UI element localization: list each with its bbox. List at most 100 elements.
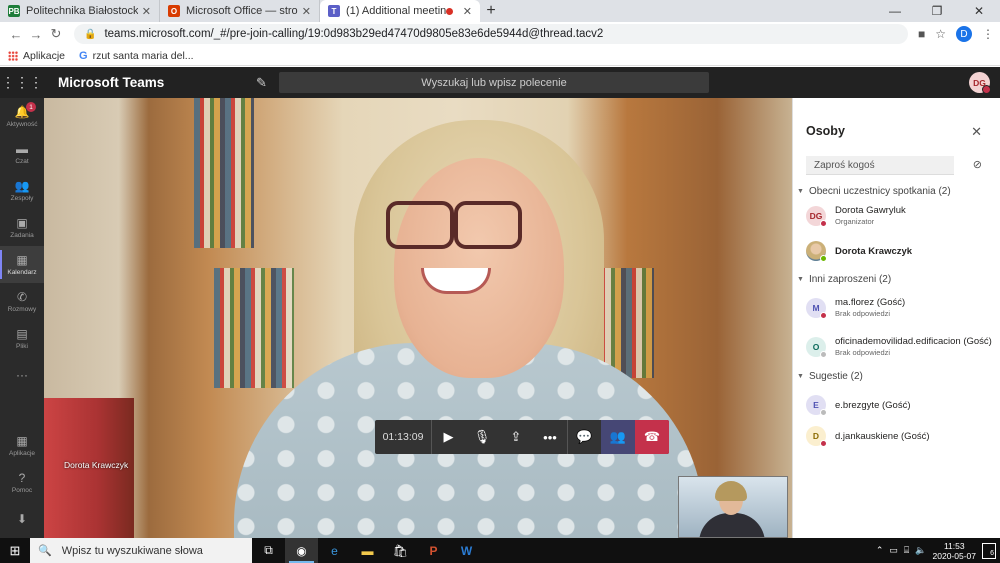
bookmark-santa-maria[interactable]: G rzut santa maria del... <box>79 50 194 62</box>
participant-avatar: D <box>806 426 827 447</box>
share-screen-button[interactable]: ⇪ <box>499 420 533 454</box>
chevron-down-icon: ▼ <box>797 276 804 283</box>
chrome-icon[interactable]: ◉ <box>285 538 318 563</box>
rail-item-bell[interactable]: 🔔 Aktywność 1 <box>0 98 44 135</box>
share-tray-icon: ⇪ <box>510 429 522 444</box>
app-launcher-icon[interactable]: ⋮⋮⋮ <box>0 67 44 98</box>
rail-item-chat[interactable]: ▬ Czat <box>0 135 44 172</box>
edge-icon[interactable]: e <box>318 538 351 563</box>
self-view-video[interactable] <box>678 476 788 538</box>
bookshelf-left <box>194 98 254 248</box>
files-icon: ▤ <box>16 327 28 341</box>
bookmark-star-icon[interactable]: ☆ <box>935 27 946 41</box>
new-chat-icon[interactable]: ✎ <box>244 75 279 91</box>
rail-item-teams[interactable]: 👥 Zespoły <box>0 172 44 209</box>
notifications-icon[interactable]: 6 <box>982 542 996 559</box>
participant-row[interactable]: Ee.brezgyte (Gość) <box>806 395 911 416</box>
people-section-header[interactable]: ▼ Obecni uczestnicy spotkania (2) <box>797 186 951 197</box>
people-section-header[interactable]: ▼ Sugestie (2) <box>797 371 863 382</box>
rail-item-label: Aplikacje <box>8 450 35 457</box>
close-window-icon[interactable]: ✕ <box>958 0 1000 22</box>
participant-status: Organizator <box>835 217 875 226</box>
camera-icon: ▶ <box>443 429 454 444</box>
tray-chevron-icon[interactable]: ⌃ <box>876 545 884 556</box>
tab-favicon-icon: O <box>168 5 180 17</box>
forward-icon[interactable]: → <box>26 27 46 42</box>
volume-icon[interactable]: 🔈 <box>915 545 926 556</box>
rail-item-help[interactable]: ? Pomoc <box>0 464 44 501</box>
hang-up-button[interactable]: ☎ <box>635 420 669 454</box>
panel-title: Osoby <box>806 124 845 138</box>
presence-indicator-icon <box>820 255 827 262</box>
rail-item-download[interactable]: ⬇ <box>0 501 44 538</box>
rail-item-more[interactable]: ··· <box>0 357 44 394</box>
participant-row[interactable]: Ooficinademovilidad.edificacion (Gość) Br… <box>806 336 992 358</box>
tab-close-icon[interactable]: ✕ <box>142 5 151 18</box>
windows-start-icon[interactable]: ⊞ <box>0 538 30 563</box>
tab-close-icon[interactable]: ✕ <box>302 5 311 18</box>
tab-title: Microsoft Office — strona główna <box>186 5 298 17</box>
invite-input[interactable] <box>806 156 954 175</box>
user-avatar[interactable]: DG <box>969 72 991 94</box>
speaker-glasses <box>386 201 522 249</box>
task-view-icon[interactable]: ⧉ <box>252 538 285 563</box>
reload-icon[interactable]: ↻ <box>46 26 66 42</box>
camera-toggle-button[interactable]: ▶ <box>431 420 465 454</box>
teams-header: ⋮⋮⋮ Microsoft Teams ✎ Wyszukaj lub wpisz… <box>0 67 1000 98</box>
menu-kebab-icon[interactable]: ⋮ <box>982 27 994 41</box>
rail-item-tasks[interactable]: ▣ Zadania <box>0 209 44 246</box>
call-controls: 01:13:09 ▶ 🎙 ⇪ ••• 💬 👥 ☎ <box>375 420 669 454</box>
more-icon: ··· <box>16 367 28 382</box>
presence-indicator-icon <box>820 350 827 358</box>
browser-tab-3[interactable]: T (1) Additional meeting of GL... ✕ <box>320 0 480 22</box>
show-chat-button[interactable]: 💬 <box>567 420 601 454</box>
participant-status: Brak odpowiedzi <box>835 348 891 357</box>
powerpoint-icon[interactable]: P <box>417 538 450 563</box>
taskbar-search-input[interactable]: 🔍 Wpisz tu wyszukiwane słowa <box>30 538 252 563</box>
new-tab-button[interactable]: + <box>480 0 502 22</box>
people-section-header[interactable]: ▼ Inni zaproszeni (2) <box>797 274 891 285</box>
battery-icon[interactable]: ▭ <box>889 545 898 556</box>
avatar-initials: D <box>812 431 820 441</box>
tab-favicon-icon: PB <box>8 5 20 17</box>
google-icon: G <box>79 49 88 62</box>
rail-item-files[interactable]: ▤ Pliki <box>0 320 44 357</box>
store-icon[interactable]: 🛍 <box>384 538 417 563</box>
bookmark-apps[interactable]: Aplikacje <box>8 50 65 62</box>
participant-row[interactable]: Mma.florez (Gość) Brak odpowiedzi <box>806 297 905 319</box>
participant-row[interactable]: Dorota Krawczyk <box>806 241 912 262</box>
rail-item-apps[interactable]: ▦ Aplikacje <box>0 427 44 464</box>
camera-permission-icon[interactable]: ■ <box>918 27 925 41</box>
mic-toggle-button[interactable]: 🎙 <box>465 420 499 454</box>
more-actions-button[interactable]: ••• <box>533 420 567 454</box>
participant-text: e.brezgyte (Gość) <box>835 400 911 411</box>
participant-row[interactable]: DG Dorota Gawryluk Organizator <box>806 205 906 227</box>
maximize-icon[interactable]: ❐ <box>916 0 958 22</box>
participant-name: Dorota Gawryluk <box>835 205 906 216</box>
download-icon: ⬇ <box>16 511 28 526</box>
section-title: Obecni uczestnicy spotkania (2) <box>808 186 951 197</box>
file-explorer-icon[interactable]: ▬ <box>351 538 384 563</box>
notification-badge: 1 <box>26 102 36 112</box>
rail-item-calendar[interactable]: ▦ Kalendarz <box>0 246 44 283</box>
close-icon[interactable]: ✕ <box>971 124 982 140</box>
participant-avatar: M <box>806 297 827 319</box>
back-icon[interactable]: ← <box>6 27 26 42</box>
word-icon[interactable]: W <box>450 538 483 563</box>
clock[interactable]: 11:53 2020-05-07 <box>933 541 976 561</box>
participant-row[interactable]: Dd.jankauskiene (Gość) <box>806 426 930 447</box>
profile-avatar[interactable]: D <box>956 26 972 42</box>
tab-close-icon[interactable]: ✕ <box>463 5 472 18</box>
address-bar[interactable]: 🔒 teams.microsoft.com/_#/pre-join-callin… <box>74 24 908 44</box>
apps-grid-icon <box>8 50 18 61</box>
browser-tab-2[interactable]: O Microsoft Office — strona główna ✕ <box>160 0 320 22</box>
browser-tab-1[interactable]: PB Politechnika Białostocka - Pozost... ✕ <box>0 0 160 22</box>
minimize-icon[interactable]: — <box>874 0 916 22</box>
rail-item-phone[interactable]: ✆ Rozmowy <box>0 283 44 320</box>
network-icon[interactable]: ⌸ <box>904 545 909 556</box>
share-invite-icon[interactable]: ⊘ <box>973 158 982 171</box>
speaker-name-label: Dorota Krawczyk <box>64 460 129 470</box>
help-icon: ? <box>18 471 26 485</box>
command-search-input[interactable]: Wyszukaj lub wpisz polecenie <box>279 72 709 93</box>
show-participants-button[interactable]: 👥 <box>601 420 635 454</box>
